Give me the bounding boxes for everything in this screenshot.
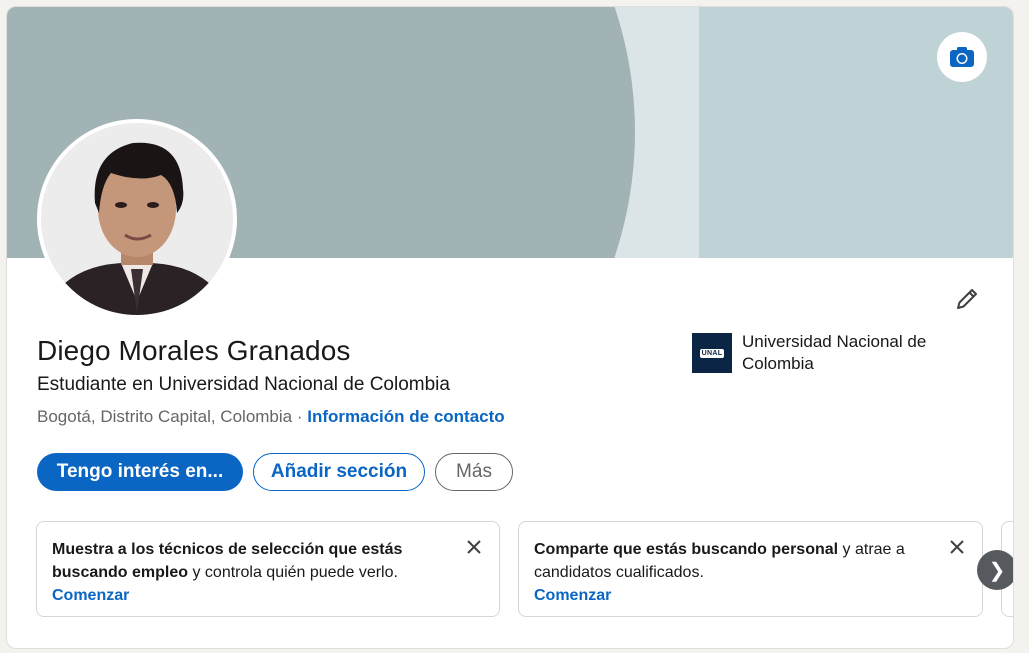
edit-cover-button[interactable] (937, 32, 987, 82)
close-icon (467, 540, 481, 554)
suggestion-text: Muestra a los técnicos de selección que … (52, 541, 402, 581)
profile-headline: Estudiante en Universidad Nacional de Co… (37, 374, 450, 395)
start-link[interactable]: Comenzar (52, 584, 449, 607)
pencil-icon (957, 289, 977, 309)
suggestion-card: Comparte que estás buscando personal y a… (518, 521, 983, 617)
open-to-button[interactable]: Tengo interés en... (37, 453, 243, 491)
dismiss-button[interactable] (946, 536, 968, 558)
education-summary[interactable]: UNAL Universidad Nacional de Colombia (692, 332, 992, 375)
chevron-right-icon: ❯ (988, 559, 1006, 582)
location-separator: · (296, 407, 303, 426)
close-icon (950, 540, 964, 554)
start-link[interactable]: Comenzar (534, 584, 932, 607)
contact-info-link[interactable]: Información de contacto (307, 407, 504, 426)
university-logo: UNAL (692, 333, 732, 373)
suggestion-rest: y controla quién puede verlo. (188, 564, 398, 581)
university-logo-text: UNAL (699, 348, 725, 358)
suggestion-bold: Comparte que estás buscando personal (534, 541, 839, 558)
profile-card: Diego Morales Granados Estudiante en Uni… (6, 6, 1014, 649)
add-section-button[interactable]: Añadir sección (253, 453, 425, 491)
profile-photo[interactable] (37, 119, 237, 319)
profile-name: Diego Morales Granados (37, 335, 351, 366)
university-name: Universidad Nacional de Colombia (742, 332, 927, 373)
profile-photo-image (41, 123, 233, 315)
profile-location: Bogotá, Distrito Capital, Colombia (37, 407, 293, 426)
camera-icon (950, 47, 974, 67)
location-row: Bogotá, Distrito Capital, Colombia · Inf… (37, 407, 505, 427)
edit-intro-button[interactable] (947, 279, 987, 319)
profile-actions: Tengo interés en... Añadir sección Más (37, 453, 523, 491)
dismiss-button[interactable] (463, 536, 485, 558)
more-button[interactable]: Más (435, 453, 513, 491)
next-suggestion-button[interactable]: ❯ (977, 550, 1013, 590)
suggestion-card: Muestra a los técnicos de selección que … (36, 521, 500, 617)
suggestion-text: Comparte que estás buscando personal y a… (534, 541, 905, 581)
